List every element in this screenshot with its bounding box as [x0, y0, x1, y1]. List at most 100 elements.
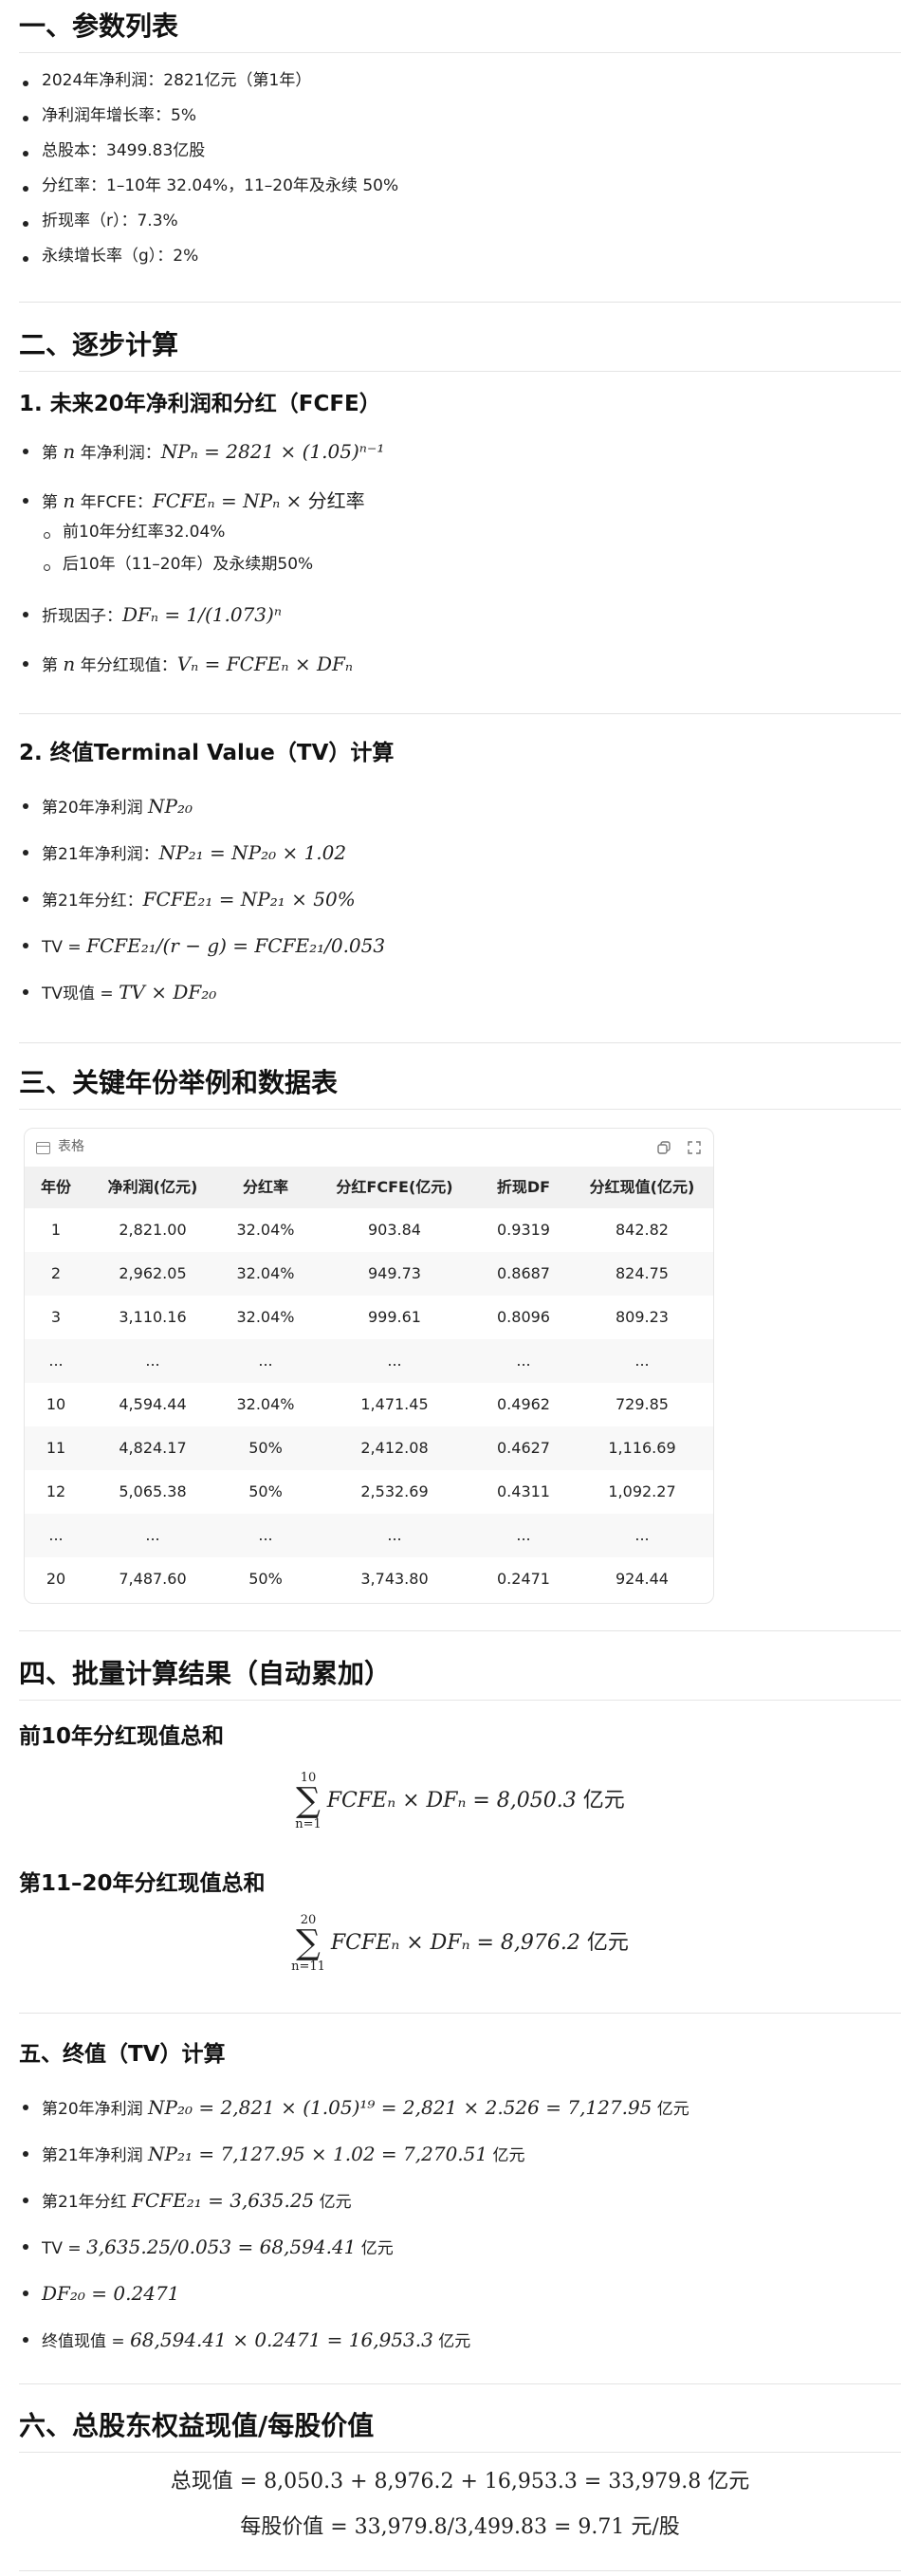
formula: = 8,050.3 + 8,976.2 + 16,953.3 = 33,979.… [232, 2470, 708, 2493]
formula: FCFEₙ × DFₙ = 8,976.2 [330, 1931, 587, 1955]
table-row: 1 2,821.00 32.04% 903.84 0.9319 842.82 [25, 1208, 713, 1252]
formula: TV × DF₂₀ [119, 981, 217, 1003]
table-cell: 2,412.08 [313, 1426, 476, 1470]
label: 每股价值 [240, 2515, 324, 2539]
table-row: 3 3,110.16 32.04% 999.61 0.8096 809.23 [25, 1296, 713, 1339]
unit: 元/股 [631, 2515, 680, 2539]
table-cell: 0.9319 [497, 1220, 550, 1239]
table-cell: 999.61 [368, 1307, 421, 1326]
summation-symbol: 20 ∑ n=11 [291, 1913, 325, 1974]
text: TV = [42, 938, 87, 957]
sub-list-item: 后10年（11–20年）及永续期50% [19, 554, 901, 601]
table-label: 表格 [58, 1139, 84, 1155]
subsection-heading: 第11–20年分红现值总和 [19, 1871, 266, 1896]
section-calculation: 二、逐步计算 [19, 326, 901, 373]
text: 年分红现值： [80, 656, 177, 675]
text: 年净利润： [80, 444, 161, 463]
divider [19, 2570, 901, 2571]
table-cell: 729.85 [616, 1394, 669, 1413]
copy-icon[interactable] [656, 1140, 671, 1155]
section-title: 四、批量计算结果（自动累加） [19, 1655, 901, 1702]
list-item: 第 n 年FCFE：FCFEₙ = NPₙ × 分红率 [19, 488, 901, 522]
table-cell: ... [87, 1339, 218, 1383]
table-cell: ... [87, 1514, 218, 1557]
table-cell: ... [25, 1514, 87, 1557]
column-header: 年份 [25, 1167, 87, 1208]
table-cell: 32.04% [236, 1394, 295, 1413]
formula: DF₂₀ = 0.2471 [42, 2282, 180, 2305]
section-terminal-value: 五、终值（TV）计算 [19, 2039, 901, 2070]
section-parameters: 一、参数列表 [19, 8, 901, 54]
unit: 亿元 [487, 2146, 525, 2165]
table-cell: 824.75 [571, 1252, 713, 1296]
divider [19, 302, 901, 303]
table-cell: 12 [46, 1481, 66, 1500]
unit: 亿元 [652, 2100, 689, 2119]
table-cell: 32.04% [236, 1307, 295, 1326]
document-page: 一、参数列表 2024年净利润：2821亿元（第1年） 净利润年增长率：5% 总… [0, 0, 919, 2576]
table-cell: 20 [46, 1569, 66, 1588]
text: 第21年分红： [42, 892, 143, 911]
section-title: 三、关键年份举例和数据表 [19, 1064, 901, 1111]
text: 第 [42, 656, 58, 675]
section-equity-value: 六、总股东权益现值/每股价值 [19, 2407, 901, 2454]
section-title: 二、逐步计算 [19, 326, 901, 373]
table-cell: ... [218, 1514, 313, 1557]
table-cell: 0.4962 [497, 1394, 550, 1413]
table-row: .................. [25, 1339, 713, 1383]
expand-icon[interactable] [687, 1140, 702, 1155]
formula: FCFEₙ = NPₙ × [152, 489, 308, 512]
list-item: 第 n 年净利润：NPₙ = 2821 × (1.05)ⁿ⁻¹ [19, 438, 901, 488]
text: 第21年分红 [42, 2193, 133, 2212]
table-cell: ... [313, 1514, 476, 1557]
table-cell: 809.23 [616, 1307, 669, 1326]
table-cell: 32.04% [218, 1252, 313, 1296]
table-cell: 10 [46, 1394, 66, 1413]
table-cell: ... [313, 1339, 476, 1383]
unit: 亿元 [314, 2193, 352, 2212]
subsection-heading: 2. 终值Terminal Value（TV）计算 [19, 741, 395, 765]
table-cell: ... [571, 1339, 713, 1383]
text: 第20年净利润 [42, 2100, 149, 2119]
column-header: 折现DF [476, 1167, 571, 1208]
table-row: 20 7,487.60 50% 3,743.80 0.2471 924.44 [25, 1557, 713, 1601]
table-cell: 50% [248, 1569, 283, 1588]
formula-text: 分红率 [307, 489, 365, 512]
list-item: 第21年净利润 NP₂₁ = 7,127.95 × 1.02 = 7,270.5… [19, 2141, 901, 2187]
table-cell: 50% [248, 1481, 283, 1500]
sub-list-item: 前10年分红率32.04% [19, 522, 901, 554]
formula: FCFE₂₁ = 3,635.25 [132, 2189, 315, 2212]
data-table-card: 表格 年份 净利润(亿元) 分红率 分红FCFE(亿元) 折现DF 分红现值(亿… [24, 1128, 714, 1604]
formula: NP₂₀ [148, 795, 193, 818]
label: 总现值 [170, 2470, 233, 2493]
list-item: 第20年净利润 NP₂₀ [19, 793, 901, 839]
text: 折现因子： [42, 607, 122, 626]
list-item: 终值现值 = 68,594.41 × 0.2471 = 16,953.3 亿元 [19, 2327, 901, 2364]
formula: NP₂₁ = NP₂₀ × 1.02 [158, 841, 347, 864]
table-row: 12 5,065.38 50% 2,532.69 0.4311 1,092.27 [25, 1470, 713, 1514]
table-cell: 842.82 [616, 1220, 669, 1239]
table-cell: 903.84 [368, 1220, 421, 1239]
subsection-title: 1. 未来20年净利润和分红（FCFE） [19, 389, 901, 419]
table-row: 2 2,962.05 32.04% 949.73 0.8687 824.75 [25, 1252, 713, 1296]
table-cell: 7,487.60 [119, 1569, 187, 1588]
unit: 亿元 [582, 1789, 625, 1812]
table-cell: 2 [25, 1252, 87, 1296]
table-cell: 4,824.17 [87, 1426, 218, 1470]
table-cell: 0.4627 [476, 1426, 571, 1470]
tv-list: 第20年净利润 NP₂₀ = 2,821 × (1.05)¹⁹ = 2,821 … [19, 2094, 901, 2364]
final-formulas: 总现值 = 8,050.3 + 8,976.2 + 16,953.3 = 33,… [19, 2468, 901, 2572]
text: 第20年净利润 [42, 799, 149, 818]
sum-formula-1: 10 ∑ n=1 FCFEₙ × DFₙ = 8,050.3 亿元 [19, 1772, 901, 1848]
section-title: 一、参数列表 [19, 8, 901, 54]
table-cell: 2,821.00 [119, 1220, 187, 1239]
table-cell: 5,065.38 [119, 1481, 187, 1500]
table-row: 11 4,824.17 50% 2,412.08 0.4627 1,116.69 [25, 1426, 713, 1470]
math: n [63, 653, 76, 675]
table-cell: 3 [50, 1307, 62, 1326]
table-icon [36, 1141, 50, 1154]
table-cell: 924.44 [616, 1569, 669, 1588]
table-toolbar: 表格 [25, 1129, 713, 1167]
formula: NP₂₁ = 7,127.95 × 1.02 = 7,270.51 [148, 2143, 488, 2165]
section-batch-results: 四、批量计算结果（自动累加） [19, 1655, 901, 1702]
